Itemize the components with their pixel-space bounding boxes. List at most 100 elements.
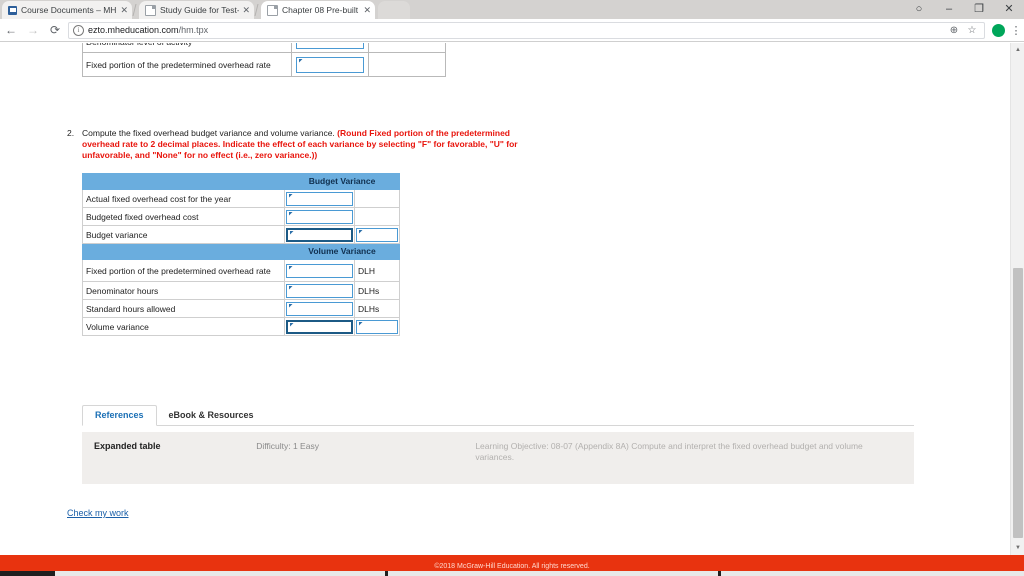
row-label: Budget variance — [86, 229, 148, 240]
browser-tab-0[interactable]: Course Documents – MH ✕ — [2, 1, 132, 19]
page-scrollbar[interactable]: ▲ ▼ — [1010, 43, 1024, 555]
caret-icon — [359, 229, 363, 234]
browser-tab-strip: Course Documents – MH ✕ Study Guide for … — [0, 0, 1024, 19]
text-input[interactable] — [296, 43, 364, 49]
window-controls: ○ – ❐ ✕ — [894, 0, 1024, 19]
row-unit-cell: DLHs — [353, 299, 401, 318]
caret-icon — [299, 58, 303, 63]
tab-references[interactable]: References — [82, 405, 157, 426]
question-number: 2. — [67, 128, 75, 138]
scroll-up-arrow-icon[interactable]: ▲ — [1011, 43, 1024, 57]
row-label: Budgeted fixed overhead cost — [86, 211, 199, 222]
zoom-icon[interactable]: ⊕ — [946, 22, 962, 39]
row-unit-cell: DLH — [353, 259, 401, 282]
text-input[interactable] — [296, 56, 364, 73]
row-unit-cell: DLHs — [353, 281, 401, 300]
amount-input[interactable] — [286, 301, 353, 316]
site-info-icon[interactable]: i — [73, 24, 84, 36]
maximize-button[interactable]: ❐ — [964, 0, 994, 19]
browser-menu-icon[interactable]: ⋮ — [1008, 19, 1024, 41]
row-value-cell[interactable] — [284, 207, 355, 226]
check-my-work-link[interactable]: Check my work — [67, 508, 129, 518]
clipped-row-input[interactable] — [291, 43, 369, 53]
bookmark-star-icon[interactable]: ☆ — [964, 22, 980, 39]
clipped-row-unit — [368, 52, 446, 77]
section-header-cell: Budget Variance — [283, 173, 401, 190]
back-button[interactable]: ← — [0, 19, 22, 41]
row-value-cell[interactable] — [284, 299, 355, 318]
clipped-row-input[interactable] — [291, 52, 369, 77]
row-unit-cell — [353, 207, 401, 226]
row-value-cell[interactable] — [284, 317, 355, 336]
effect-select[interactable] — [356, 319, 399, 334]
caret-icon — [289, 193, 293, 198]
caret-icon — [290, 322, 294, 327]
table-row: Standard hours allowed DLHs — [82, 299, 401, 318]
close-icon[interactable]: ✕ — [242, 1, 250, 19]
row-value-cell[interactable] — [284, 259, 355, 282]
table-row: Denominator hours DLHs — [82, 281, 401, 300]
row-label-cell: Actual fixed overhead cost for the year — [82, 189, 285, 208]
table-row: Volume variance — [82, 317, 401, 336]
taskbar-window-2[interactable] — [721, 571, 1024, 576]
row-label-cell: Fixed portion of the predetermined overh… — [82, 259, 285, 282]
amount-input[interactable] — [286, 209, 353, 224]
caret-icon — [290, 230, 294, 235]
row-label: Volume variance — [86, 321, 149, 332]
caret-icon — [289, 211, 293, 216]
tab-ebook-resources[interactable]: eBook & Resources — [157, 406, 266, 425]
caret-icon — [359, 321, 363, 326]
taskbar-window-0[interactable] — [55, 571, 385, 576]
browser-tab-2[interactable]: Chapter 08 Pre-built Ass ✕ — [261, 1, 375, 19]
row-label: Actual fixed overhead cost for the year — [86, 193, 232, 204]
clipped-row-unit — [368, 43, 446, 53]
section-header-row: Budget Variance — [82, 173, 401, 190]
browser-window: Course Documents – MH ✕ Study Guide for … — [0, 0, 1024, 576]
address-bar[interactable]: i ezto.mheducation.com/hm.tpx ⊕ ☆ — [68, 21, 985, 39]
section-header-label: Budget Variance — [308, 176, 376, 186]
address-path: /hm.tpx — [178, 25, 209, 35]
taskbar-window-1[interactable] — [388, 571, 718, 576]
row-effect-cell[interactable] — [353, 225, 401, 244]
row-effect-cell[interactable] — [353, 317, 401, 336]
browser-tab-1[interactable]: Study Guide for Test-2- M ✕ — [139, 1, 254, 19]
omnibox-icons: ⊕ ☆ — [942, 22, 980, 39]
site-footer: ©2018 McGraw-Hill Education. All rights … — [0, 561, 1024, 571]
row-label: Denominator hours — [86, 285, 159, 296]
amount-input[interactable] — [286, 283, 353, 298]
reload-button[interactable]: ⟳ — [44, 19, 66, 41]
reference-panel: Expanded table Difficulty: 1 Easy Learni… — [82, 432, 914, 484]
new-tab-button[interactable] — [378, 1, 410, 19]
amount-input-total[interactable] — [286, 227, 353, 242]
reference-title: Expanded table — [94, 441, 161, 451]
close-button[interactable]: ✕ — [994, 0, 1024, 19]
amount-input[interactable] — [286, 263, 353, 278]
row-label-cell: Budget variance — [82, 225, 285, 244]
profile-avatar[interactable] — [992, 23, 1005, 37]
row-unit: DLH — [358, 265, 376, 276]
scrollbar-thumb[interactable] — [1013, 268, 1023, 538]
row-value-cell[interactable] — [284, 281, 355, 300]
scroll-down-arrow-icon[interactable]: ▼ — [1011, 541, 1024, 555]
clipped-row-label: Fixed portion of the predetermined overh… — [82, 52, 292, 77]
minimize-button[interactable]: – — [934, 0, 964, 19]
tab-separator — [254, 4, 259, 16]
caret-icon — [289, 285, 293, 290]
reference-difficulty: Difficulty: 1 Easy — [256, 441, 319, 451]
row-value-cell[interactable] — [284, 225, 355, 244]
address-bar-text: ezto.mheducation.com/hm.tpx — [88, 25, 208, 35]
amount-input[interactable] — [286, 191, 353, 206]
row-unit-cell — [353, 189, 401, 208]
blue-book-icon — [8, 5, 17, 15]
question-text-plain: Compute the fixed overhead budget varian… — [82, 128, 335, 138]
effect-select[interactable] — [356, 227, 399, 242]
close-icon[interactable]: ✕ — [120, 1, 128, 19]
amount-input-total[interactable] — [286, 319, 353, 334]
forward-button[interactable]: → — [22, 19, 44, 41]
row-value-cell[interactable] — [284, 189, 355, 208]
browser-tab-title: Chapter 08 Pre-built Ass — [282, 5, 360, 15]
account-icon[interactable]: ○ — [904, 0, 934, 19]
table-row: Fixed portion of the predetermined overh… — [82, 52, 446, 77]
table-row: Budgeted fixed overhead cost — [82, 207, 401, 226]
close-icon[interactable]: ✕ — [363, 1, 371, 19]
